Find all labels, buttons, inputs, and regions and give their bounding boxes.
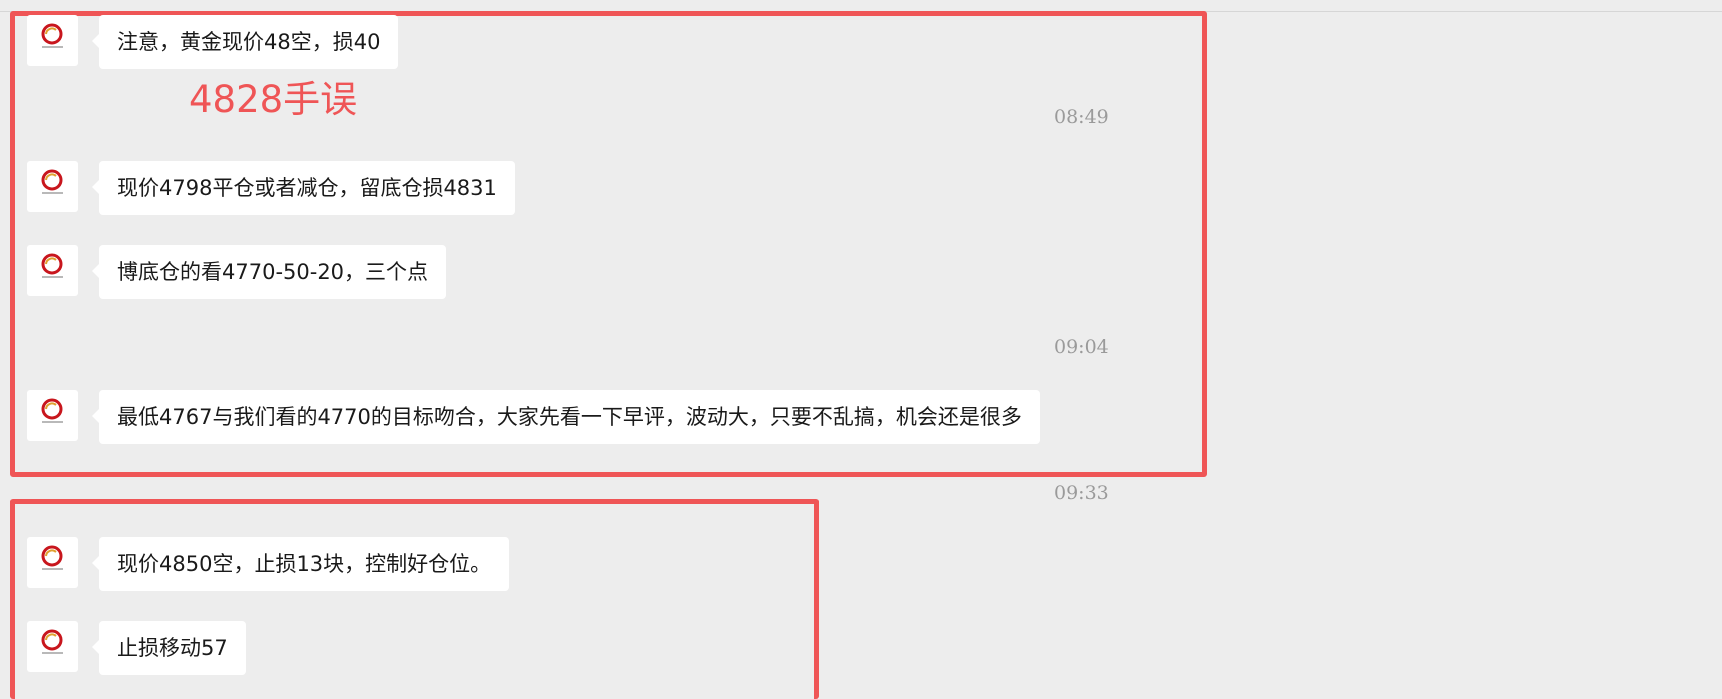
timestamp: 09:04 (1054, 336, 1109, 358)
brand-logo-icon (41, 398, 63, 423)
avatar[interactable] (27, 15, 78, 66)
timestamp: 09:33 (1054, 482, 1109, 504)
message-bubble[interactable]: 博底仓的看4770-50-20，三个点 (91, 245, 447, 299)
avatar[interactable] (27, 390, 78, 441)
message-bubble[interactable]: 注意，黄金现价48空，损40 (91, 15, 399, 69)
message-bubble[interactable]: 现价4798平仓或者减仓，留底仓损4831 (92, 161, 515, 215)
message-bubble[interactable]: 现价4850空，止损13块，控制好仓位。 (91, 537, 510, 591)
brand-logo-icon (41, 253, 63, 278)
avatar[interactable] (27, 245, 78, 296)
brand-logo-icon (41, 169, 63, 194)
avatar[interactable] (27, 621, 78, 672)
brand-logo-icon (41, 23, 63, 48)
avatar[interactable] (27, 537, 78, 588)
brand-logo-icon (41, 545, 63, 570)
message-bubble[interactable]: 止损移动57 (92, 621, 246, 675)
annotation-text: 4828手误 (189, 78, 358, 121)
timestamp: 08:49 (1054, 106, 1109, 128)
avatar[interactable] (27, 161, 78, 212)
brand-logo-icon (41, 629, 63, 654)
message-bubble[interactable]: 最低4767与我们看的4770的目标吻合，大家先看一下早评，波动大，只要不乱搞，… (92, 390, 1040, 444)
